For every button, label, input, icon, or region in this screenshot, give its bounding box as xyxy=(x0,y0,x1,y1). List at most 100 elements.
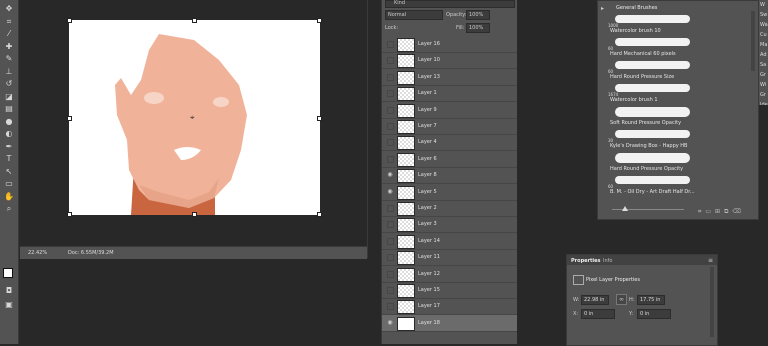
visibility-toggle[interactable] xyxy=(387,221,394,229)
visibility-toggle[interactable] xyxy=(387,237,394,245)
transform-handle[interactable] xyxy=(192,212,197,217)
tab-properties[interactable]: Properties xyxy=(571,258,600,264)
healing-brush-tool-icon[interactable]: ✚ xyxy=(3,42,15,52)
brush-stroke-preview[interactable] xyxy=(615,176,690,184)
collapsed-panel-tab[interactable]: Sa xyxy=(759,60,768,70)
transform-handle[interactable] xyxy=(317,212,322,217)
collapsed-panel-tab[interactable]: Ma xyxy=(759,40,768,50)
layer-row[interactable]: Layer 10 xyxy=(382,52,517,70)
layer-row[interactable]: Layer 11 xyxy=(382,249,517,267)
transform-handle[interactable] xyxy=(317,116,322,121)
screen-mode-icon[interactable]: ▣ xyxy=(3,300,15,310)
history-brush-tool-icon[interactable]: ↺ xyxy=(3,79,15,89)
brush-name[interactable]: Hard Round Pressure Size xyxy=(610,74,674,80)
layer-row[interactable]: Layer 12 xyxy=(382,266,517,283)
layer-row[interactable]: Layer 14 xyxy=(382,233,517,250)
visibility-toggle[interactable] xyxy=(387,270,394,278)
pen-tool-icon[interactable]: ✒ xyxy=(3,142,15,152)
dodge-tool-icon[interactable]: ◐ xyxy=(3,129,15,139)
panel-footer-icons[interactable]: ⌗▭⊞⧉⌫ xyxy=(698,208,750,215)
collapsed-panel-tab[interactable]: W xyxy=(759,0,768,10)
eraser-tool-icon[interactable]: ◪ xyxy=(3,92,15,102)
x-field[interactable]: 0 in xyxy=(581,309,615,319)
opacity-input[interactable]: 100% xyxy=(466,10,490,20)
brush-tool-icon[interactable]: ✎ xyxy=(3,54,15,64)
visibility-toggle[interactable] xyxy=(387,287,394,294)
path-selection-tool-icon[interactable]: ↖ xyxy=(3,167,15,177)
brush-stroke-preview[interactable] xyxy=(615,38,690,46)
visibility-toggle[interactable] xyxy=(387,73,394,81)
collapsed-panel-tab[interactable]: Wa xyxy=(759,20,768,30)
visibility-toggle[interactable] xyxy=(387,139,394,147)
slider-thumb-icon[interactable] xyxy=(622,206,628,211)
layer-row[interactable]: ◉ Layer 5 xyxy=(382,184,517,201)
brush-name[interactable]: Watercolor brush 1 xyxy=(610,97,658,103)
y-field[interactable]: 0 in xyxy=(637,309,671,319)
tab-info[interactable]: Info xyxy=(603,258,612,264)
brush-name[interactable]: Kyle's Drawing Box - Happy HB xyxy=(610,143,687,149)
brush-name[interactable]: B. M. - Oil Dry - Art Draft Half Dr... xyxy=(610,189,695,195)
link-icon[interactable]: ∞ xyxy=(616,294,627,305)
visibility-toggle[interactable] xyxy=(387,123,394,130)
blur-tool-icon[interactable]: ● xyxy=(3,117,15,127)
visibility-toggle[interactable] xyxy=(387,155,394,163)
quick-mask-icon[interactable]: ◘ xyxy=(3,286,15,296)
visibility-toggle[interactable] xyxy=(387,303,394,311)
layer-row[interactable]: Layer 3 xyxy=(382,216,517,234)
transform-handle[interactable] xyxy=(67,18,72,23)
layer-row[interactable]: Layer 16 xyxy=(382,36,517,53)
brush-stroke-preview[interactable] xyxy=(615,61,690,69)
fill-input[interactable]: 100% xyxy=(466,23,490,33)
panel-menu-icon[interactable]: ≡ xyxy=(708,257,713,264)
properties-scrollbar[interactable] xyxy=(710,267,714,337)
layer-row[interactable]: Layer 15 xyxy=(382,282,517,299)
crop-tool-icon[interactable]: ⌗ xyxy=(3,17,15,27)
brush-name[interactable]: Watercolor brush 10 xyxy=(610,28,661,34)
layer-row[interactable]: Layer 6 xyxy=(382,151,517,168)
layer-row[interactable]: Layer 7 xyxy=(382,118,517,135)
layer-row[interactable]: ◉ Layer 18 xyxy=(382,314,517,332)
brush-name[interactable]: Hard Round Pressure Opacity xyxy=(610,166,683,172)
collapsed-panel-tab[interactable]: Cu xyxy=(759,30,768,40)
foreground-color-swatch[interactable] xyxy=(3,268,13,278)
transform-handle[interactable] xyxy=(67,116,72,121)
type-tool-icon[interactable]: T xyxy=(3,154,15,164)
transform-handle[interactable] xyxy=(67,212,72,217)
visibility-toggle[interactable] xyxy=(387,106,394,114)
brush-name[interactable]: Soft Round Pressure Opacity xyxy=(610,120,681,126)
brush-stroke-preview[interactable] xyxy=(615,15,690,23)
gradient-tool-icon[interactable]: ▤ xyxy=(3,104,15,114)
height-field[interactable]: 17.75 in xyxy=(637,295,665,305)
layer-row[interactable]: Layer 2 xyxy=(382,200,517,217)
clone-stamp-tool-icon[interactable]: ⊥ xyxy=(3,67,15,77)
eye-icon[interactable]: ◉ xyxy=(386,188,394,196)
brush-scrollbar[interactable] xyxy=(751,11,755,71)
shape-tool-icon[interactable]: ▭ xyxy=(3,179,15,189)
collapsed-panel-tab[interactable]: Gr xyxy=(759,70,768,80)
brush-stroke-preview[interactable] xyxy=(615,130,690,138)
hand-tool-icon[interactable]: ✋ xyxy=(3,192,15,202)
width-field[interactable]: 22.98 in xyxy=(581,295,609,305)
collapsed-panel-tab[interactable]: Wi xyxy=(759,80,768,90)
zoom-level[interactable]: 22.42% xyxy=(28,250,47,256)
brush-stroke-preview[interactable] xyxy=(615,107,690,117)
transform-handle[interactable] xyxy=(317,18,322,23)
layer-row[interactable]: Layer 17 xyxy=(382,298,517,316)
layer-row[interactable]: Layer 4 xyxy=(382,134,517,152)
brush-stroke-preview[interactable] xyxy=(615,84,690,92)
visibility-toggle[interactable] xyxy=(387,254,394,262)
transform-handle[interactable] xyxy=(192,18,197,23)
visibility-toggle[interactable] xyxy=(387,57,394,65)
layer-row[interactable]: ◉ Layer 8 xyxy=(382,167,517,185)
collapsed-panel-tab[interactable]: Ad xyxy=(759,50,768,60)
collapsed-panel-tab[interactable]: Gr xyxy=(759,90,768,100)
blend-mode-select[interactable]: Normal xyxy=(385,10,443,20)
zoom-tool-icon[interactable]: ⌕ xyxy=(3,204,15,214)
layer-row[interactable]: Layer 1 xyxy=(382,85,517,103)
layer-row[interactable]: Layer 13 xyxy=(382,69,517,86)
brush-stroke-preview[interactable] xyxy=(615,153,690,163)
layer-filter-kind[interactable]: Kind xyxy=(385,0,515,8)
visibility-toggle[interactable] xyxy=(387,90,394,98)
eye-icon[interactable]: ◉ xyxy=(386,319,394,327)
brush-name[interactable]: Hard Mechanical 60 pixels xyxy=(610,51,676,57)
